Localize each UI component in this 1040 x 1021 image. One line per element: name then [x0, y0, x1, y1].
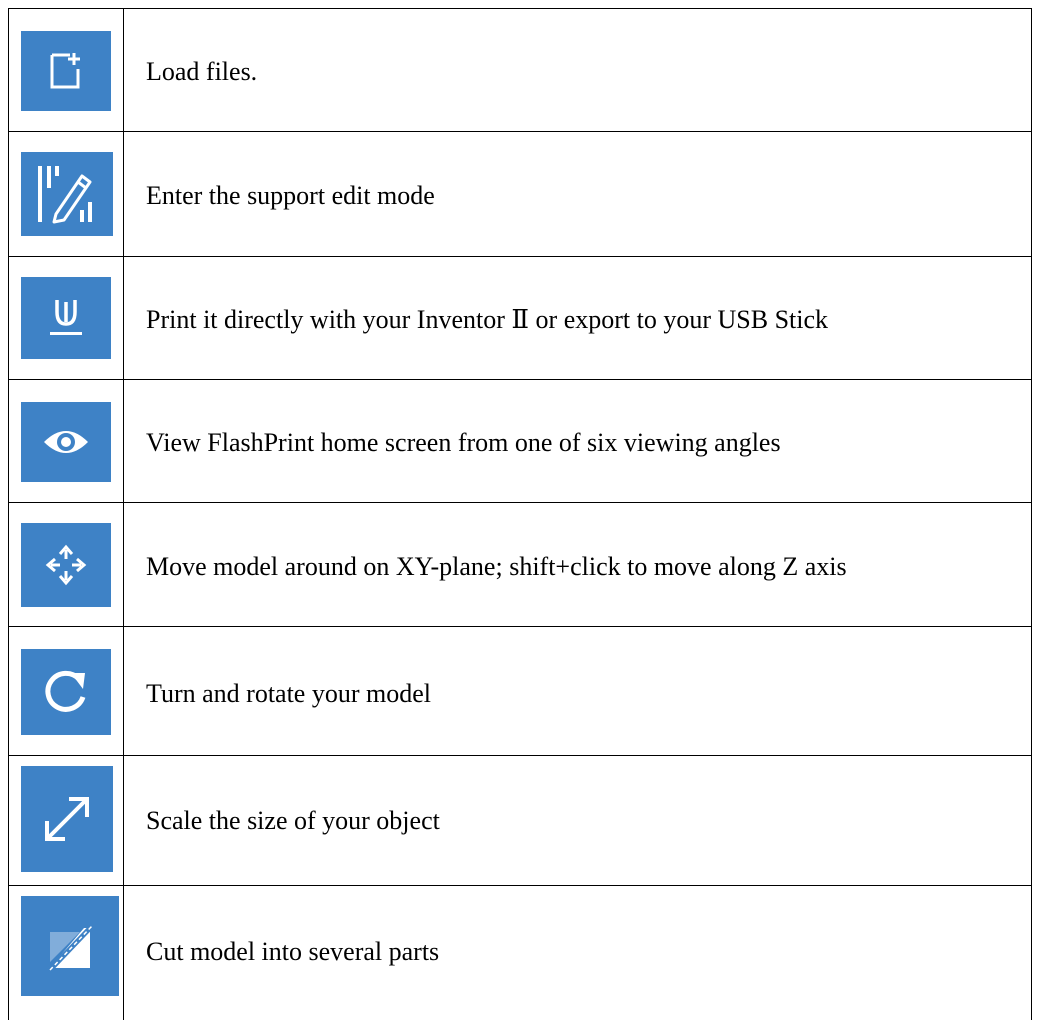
row-label: Turn and rotate your model: [146, 679, 431, 708]
table-row: Cut model into several parts: [9, 886, 1031, 1021]
row-label: Scale the size of your object: [146, 806, 440, 835]
table-row: View FlashPrint home screen from one of …: [9, 380, 1031, 503]
move-icon[interactable]: [21, 523, 111, 607]
load-file-icon[interactable]: [21, 31, 111, 111]
table-row: Turn and rotate your model: [9, 627, 1031, 756]
view-eye-icon[interactable]: [21, 402, 111, 482]
row-label: Move model around on XY-plane; shift+cli…: [146, 552, 847, 581]
table-row: Scale the size of your object: [9, 756, 1031, 886]
row-label: Enter the support edit mode: [146, 181, 435, 210]
row-label: Cut model into several parts: [146, 937, 440, 966]
row-label: View FlashPrint home screen from one of …: [146, 428, 781, 457]
print-icon[interactable]: [21, 277, 111, 359]
support-edit-icon[interactable]: [21, 152, 113, 236]
table-row: Print it directly with your Inventor Ⅱ o…: [9, 257, 1031, 380]
row-label: Print it directly with your Inventor Ⅱ o…: [146, 305, 829, 334]
row-label: Load files.: [146, 57, 258, 86]
table-row: Enter the support edit mode: [9, 132, 1031, 257]
cut-icon[interactable]: [21, 896, 119, 996]
rotate-icon[interactable]: [21, 649, 111, 735]
icon-description-table: Load files. Enter the support edit mode: [8, 8, 1032, 1020]
scale-icon[interactable]: [21, 766, 113, 872]
table-row: Load files.: [9, 9, 1031, 132]
table-row: Move model around on XY-plane; shift+cli…: [9, 503, 1031, 627]
